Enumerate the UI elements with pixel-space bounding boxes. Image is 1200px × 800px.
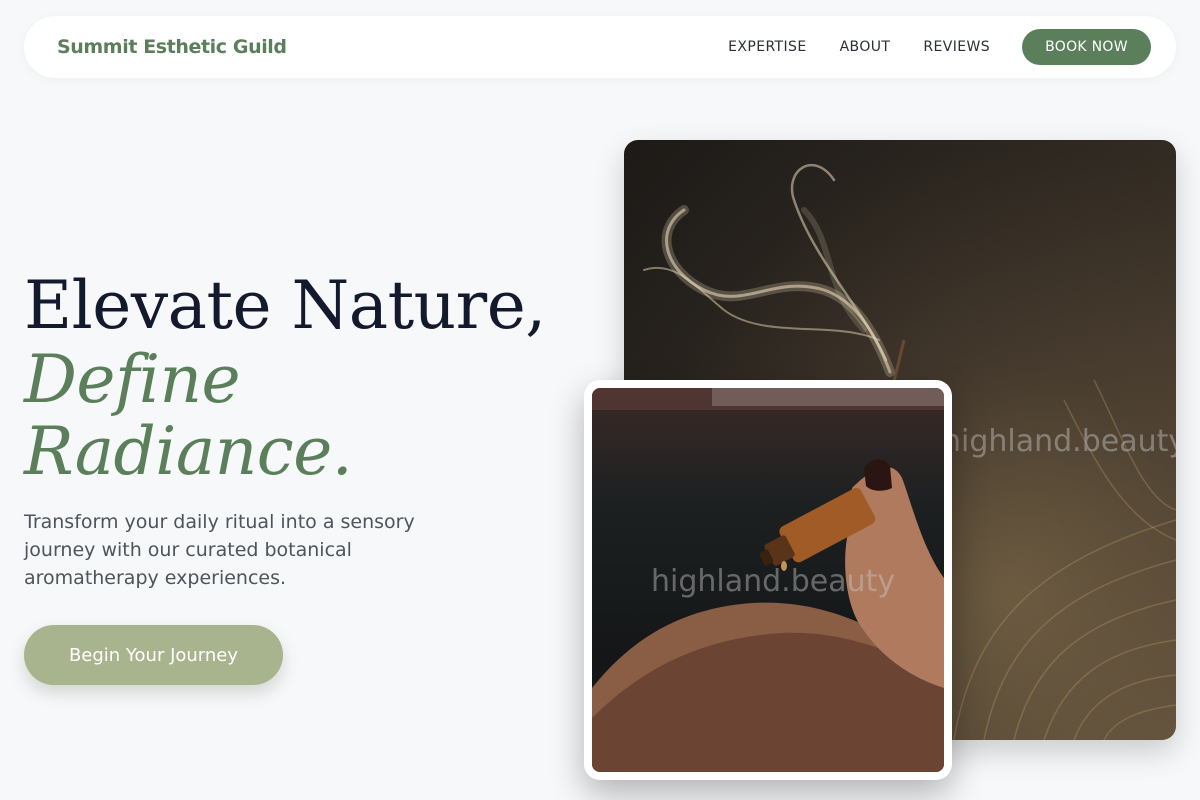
page: Summit Esthetic Guild EXPERTISE ABOUT RE… (0, 0, 1200, 800)
essential-oil-image: highland.beauty (592, 388, 944, 772)
nav-link-expertise[interactable]: EXPERTISE (728, 39, 806, 55)
top-nav: Summit Esthetic Guild EXPERTISE ABOUT RE… (24, 16, 1176, 78)
hero-section: Elevate Nature, Define Radiance. Transfo… (24, 268, 584, 685)
nav-link-reviews[interactable]: REVIEWS (923, 39, 990, 55)
hero-headline: Elevate Nature, (24, 267, 546, 344)
watermark-front: highland.beauty (651, 564, 896, 599)
brand-logo[interactable]: Summit Esthetic Guild (57, 36, 287, 58)
hero-headline-accent: Define Radiance. (24, 341, 353, 490)
essential-oil-image-frame: highland.beauty (584, 380, 952, 780)
hero-subtext: Transform your daily ritual into a senso… (24, 511, 415, 589)
book-now-button[interactable]: BOOK NOW (1022, 29, 1151, 65)
begin-journey-button[interactable]: Begin Your Journey (24, 625, 283, 685)
nav-links: EXPERTISE ABOUT REVIEWS BOOK NOW (728, 29, 1151, 65)
nav-link-about[interactable]: ABOUT (840, 39, 891, 55)
watermark-back: highland.beauty (942, 424, 1176, 459)
